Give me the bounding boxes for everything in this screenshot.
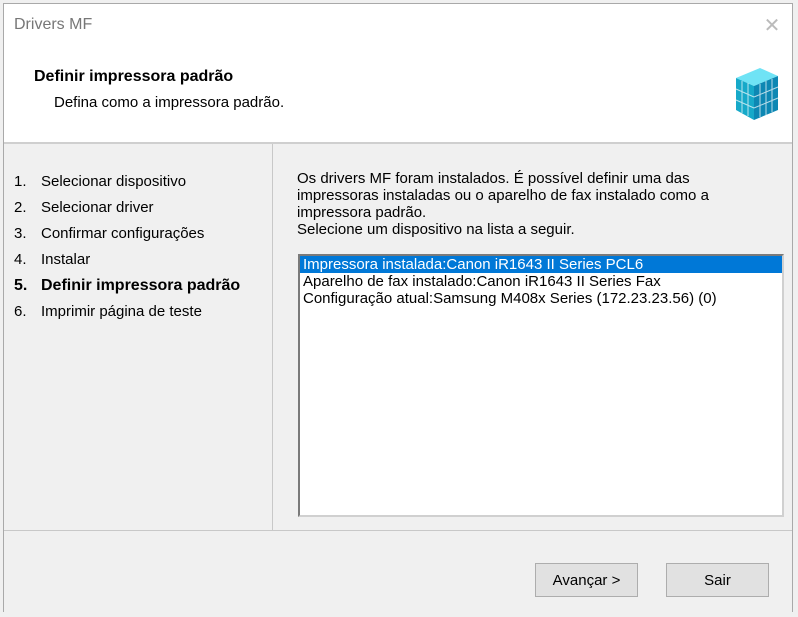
wizard-header: Definir impressora padrão Defina como a … bbox=[4, 48, 792, 144]
steps-panel: 1. Selecionar dispositivo 2. Selecionar dr… bbox=[4, 144, 273, 530]
header-subtitle: Defina como a impressora padrão. bbox=[54, 94, 285, 111]
instructions-line-2: Selecione um dispositivo na lista a segu… bbox=[297, 221, 575, 238]
device-listbox[interactable]: Impressora instalada:Canon iR1643 II Ser… bbox=[298, 254, 784, 517]
installer-window: Drivers MF ✕ Definir impressora padrão D… bbox=[3, 3, 793, 613]
content-panel: Os drivers MF foram instalados. É possív… bbox=[273, 144, 792, 530]
exit-button[interactable]: Sair bbox=[666, 563, 769, 597]
printer-driver-logo-icon bbox=[735, 68, 779, 120]
step-item: 6. Imprimir página de teste bbox=[14, 303, 202, 320]
instructions-text: Os drivers MF foram instalados. É possív… bbox=[297, 170, 767, 238]
step-item: 4. Instalar bbox=[14, 251, 91, 268]
step-item: 1. Selecionar dispositivo bbox=[14, 173, 187, 190]
device-list-item-selected[interactable]: Impressora instalada:Canon iR1643 II Ser… bbox=[300, 256, 782, 273]
step-item-current: 5. Definir impressora padrão bbox=[14, 277, 241, 294]
title-bar: Drivers MF ✕ bbox=[4, 4, 792, 48]
window-title: Drivers MF bbox=[14, 16, 93, 33]
close-icon[interactable]: ✕ bbox=[762, 16, 782, 36]
button-bar: Avançar > Sair bbox=[4, 530, 792, 613]
step-item: 2. Selecionar driver bbox=[14, 199, 154, 216]
instructions-line-1: Os drivers MF foram instalados. É possív… bbox=[297, 170, 709, 221]
step-item: 3. Confirmar configurações bbox=[14, 225, 205, 242]
steps-list: 1. Selecionar dispositivo 2. Selecionar dr… bbox=[14, 172, 269, 328]
next-button[interactable]: Avançar > bbox=[535, 563, 638, 597]
device-list-item[interactable]: Configuração atual:Samsung M408x Series … bbox=[300, 290, 782, 307]
header-title: Definir impressora padrão bbox=[34, 68, 234, 85]
device-list-item[interactable]: Aparelho de fax instalado:Canon iR1643 I… bbox=[300, 273, 782, 290]
